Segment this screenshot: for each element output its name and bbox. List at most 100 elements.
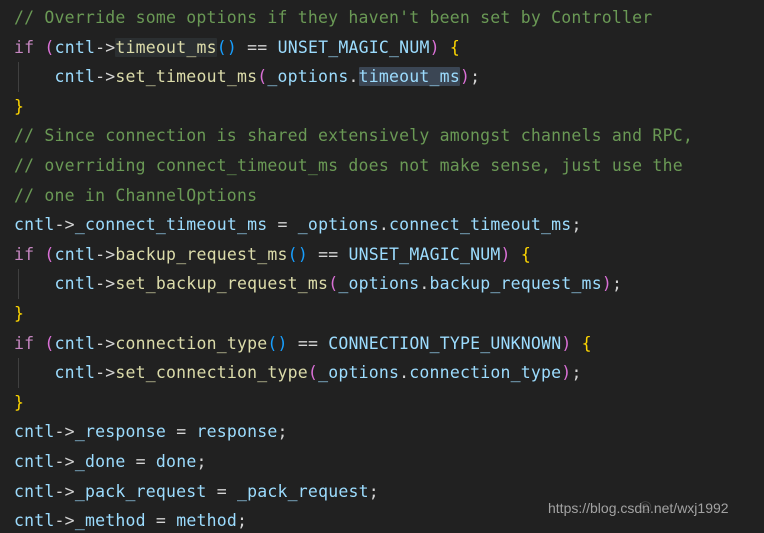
code-token: ) [561, 333, 572, 353]
code-token: _pack_request [74, 481, 207, 501]
code-line[interactable]: if (cntl->connection_type() == CONNECTIO… [0, 329, 764, 359]
code-token: -> [95, 244, 116, 264]
code-token: cntl [54, 67, 96, 87]
code-line[interactable]: cntl->_pack_request = _pack_request; [0, 477, 764, 507]
code-token: ) [561, 363, 572, 383]
code-line[interactable]: cntl->_done = done; [0, 447, 764, 477]
code-token: == [247, 37, 268, 57]
code-token: set_timeout_ms [115, 67, 258, 87]
code-line[interactable]: cntl->_response = response; [0, 417, 764, 447]
code-token: UNSET_MAGIC_NUM [348, 244, 501, 264]
code-token: timeout_ms [358, 67, 460, 87]
code-editor[interactable]: // Override some options if they haven't… [0, 0, 764, 533]
code-token: -> [95, 333, 116, 353]
code-line[interactable]: cntl->_method = method; [0, 506, 764, 533]
code-token: -> [54, 422, 75, 442]
code-token: UNSET_MAGIC_NUM [277, 37, 430, 57]
code-token: set_connection_type [115, 363, 308, 383]
code-token: ; [196, 451, 207, 471]
code-token: ) [297, 244, 308, 264]
code-token: ; [470, 67, 481, 87]
code-token: } [14, 303, 25, 323]
code-token: ; [571, 215, 582, 235]
indent-guide [18, 269, 19, 299]
code-token: ) [226, 37, 238, 57]
code-token: ; [571, 363, 582, 383]
code-line[interactable]: // Override some options if they haven't… [0, 3, 764, 33]
code-token: _options [267, 67, 349, 87]
code-token: _done [74, 451, 126, 471]
code-line[interactable]: if (cntl->timeout_ms() == UNSET_MAGIC_NU… [0, 33, 764, 63]
indent-guide [18, 358, 19, 388]
code-token: ) [459, 67, 471, 87]
code-token: connect_timeout_ms [389, 215, 572, 235]
code-token: == [297, 333, 319, 353]
code-token: ( [44, 37, 55, 57]
code-line[interactable]: cntl->set_timeout_ms(_options.timeout_ms… [0, 62, 764, 92]
code-token: _method [74, 511, 146, 531]
code-token: _connect_timeout_ms [74, 215, 268, 235]
code-line[interactable]: } [0, 388, 764, 418]
code-token: . [348, 67, 359, 87]
code-line[interactable]: cntl->_connect_timeout_ms = _options.con… [0, 210, 764, 240]
code-token: ( [307, 363, 319, 383]
code-token: ) [277, 333, 288, 353]
code-line[interactable]: cntl->set_connection_type(_options.conne… [0, 358, 764, 388]
code-token: == [318, 244, 339, 264]
code-token: ) [429, 37, 440, 57]
code-line[interactable]: if (cntl->backup_request_ms() == UNSET_M… [0, 240, 764, 270]
code-token: _options [297, 215, 379, 235]
code-line[interactable]: // Since connection is shared extensivel… [0, 121, 764, 151]
code-token: { [581, 333, 592, 353]
code-line[interactable]: } [0, 92, 764, 122]
code-token: ) [601, 274, 612, 294]
code-token: set_backup_request_ms [115, 274, 329, 294]
code-token: ( [257, 67, 268, 87]
code-token: cntl [54, 37, 96, 57]
code-token: cntl [54, 333, 96, 353]
code-line[interactable]: // one in ChannelOptions [0, 181, 764, 211]
code-token: // Since connection is shared extensivel… [14, 126, 693, 146]
code-token: -> [54, 481, 75, 501]
code-token: backup_request_ms [429, 274, 602, 294]
code-line[interactable]: cntl->set_backup_request_ms(_options.bac… [0, 269, 764, 299]
code-token: // one in ChannelOptions [14, 185, 258, 205]
code-token: -> [95, 274, 116, 294]
code-token: _options [318, 363, 400, 383]
code-token: -> [95, 67, 116, 87]
code-token: -> [54, 511, 75, 531]
code-token: cntl [14, 481, 55, 501]
code-token: // Override some options if they haven't… [14, 8, 653, 27]
indent-guide [18, 62, 19, 92]
code-token: } [14, 392, 25, 412]
code-token: { [449, 37, 461, 57]
code-token: cntl [14, 215, 55, 235]
code-token: done [155, 451, 197, 471]
code-content[interactable]: // Override some options if they haven't… [0, 0, 764, 533]
code-token: ( [267, 333, 278, 353]
code-token: = [216, 481, 227, 501]
code-token: -> [95, 363, 116, 383]
code-token: ( [328, 274, 339, 294]
code-token: CONNECTION_TYPE_UNKNOWN [328, 333, 562, 353]
code-line[interactable]: // overriding connect_timeout_ms does no… [0, 151, 764, 181]
code-token: ; [277, 422, 288, 442]
code-token: timeout_ms [115, 37, 217, 57]
code-line[interactable]: } [0, 299, 764, 329]
